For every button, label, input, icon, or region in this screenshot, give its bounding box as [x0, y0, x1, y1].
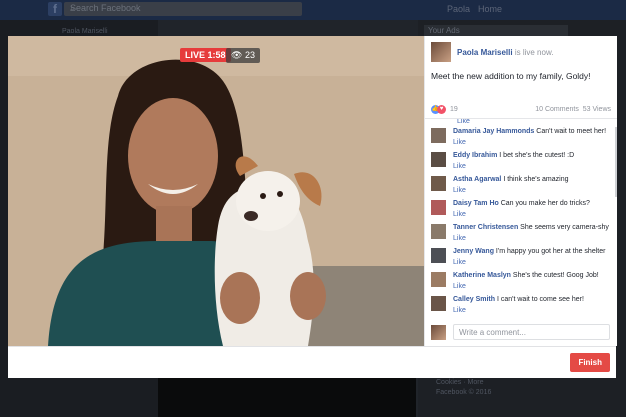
- commenter-avatar[interactable]: [431, 296, 446, 311]
- dark-feed-media: [158, 375, 416, 417]
- comment-like-link[interactable]: Like: [457, 119, 470, 125]
- comment-item: Eddy Ibrahim I bet she's the cutest! :D …: [431, 151, 615, 175]
- comment-text: Katherine Maslyn She's the cutest! Goog …: [453, 272, 599, 279]
- comment-like-link[interactable]: Like: [453, 211, 466, 218]
- post-text: Meet the new addition to my family, Gold…: [431, 71, 591, 81]
- comment-body: I can't wait to come see her!: [496, 296, 584, 303]
- live-video-player[interactable]: LIVE 1:58 👁 23: [8, 36, 424, 346]
- comment-item: Katherine Maslyn She's the cutest! Goog …: [431, 271, 615, 295]
- subnav-profile: Paola Mariselli: [62, 28, 108, 35]
- commenter-avatar[interactable]: [431, 152, 446, 167]
- reactions-summary[interactable]: 👍♥ 19: [431, 105, 458, 114]
- comment-item: Daisy Tam Ho Can you make her do tricks?…: [431, 199, 615, 223]
- comments-count[interactable]: 10 Comments: [535, 106, 579, 113]
- host-status: is live now.: [514, 48, 554, 57]
- facebook-top-bar: f Search Facebook ⌕ Paola Home: [0, 0, 626, 20]
- comment-body: I bet she's the cutest! :D: [499, 152, 575, 159]
- search-bar: Search Facebook ⌕: [64, 2, 302, 16]
- viewer-count: 23: [244, 50, 255, 60]
- comment-body: She seems very camera-shy: [520, 224, 609, 231]
- modal-footer: Finish: [8, 346, 616, 378]
- nav-home: Home: [478, 4, 503, 14]
- comments-scrollbar[interactable]: [615, 127, 617, 197]
- facebook-logo-icon: f: [48, 2, 62, 16]
- comment-text: Jenny Wang I'm happy you got her at the …: [453, 248, 605, 255]
- footer-copyright: Facebook © 2016: [436, 389, 492, 396]
- current-user-avatar: [431, 325, 446, 340]
- viewer-count-badge: 👁 23: [226, 48, 260, 63]
- comment-like-link[interactable]: Like: [453, 307, 466, 314]
- footer-links: Cookies · More: [436, 379, 484, 386]
- comment-body: Can't wait to meet her!: [536, 128, 607, 135]
- comment-like-link[interactable]: Like: [453, 139, 466, 146]
- commenter-name[interactable]: Eddy Ibrahim: [453, 152, 497, 159]
- comment-like-link[interactable]: Like: [453, 187, 466, 194]
- commenter-avatar[interactable]: [431, 200, 446, 215]
- commenter-avatar[interactable]: [431, 272, 446, 287]
- comment-text: Damaria Jay Hammonds Can't wait to meet …: [453, 128, 606, 135]
- commenter-avatar[interactable]: [431, 176, 446, 191]
- commenter-name[interactable]: Astha Agarwal: [453, 176, 501, 183]
- commenter-name[interactable]: Jenny Wang: [453, 248, 494, 255]
- comment-body: Can you make her do tricks?: [500, 200, 590, 207]
- search-icon: ⌕: [70, 3, 76, 13]
- comment-item: Calley Smith I can't wait to come see he…: [431, 295, 615, 317]
- host-name-link[interactable]: Paola Mariselli: [457, 48, 513, 57]
- finish-button[interactable]: Finish: [570, 353, 610, 372]
- comment-body: She's the cutest! Goog Job!: [512, 272, 599, 279]
- eye-icon: 👁: [231, 50, 243, 60]
- comments-list[interactable]: Like Damaria Jay Hammonds Can't wait to …: [425, 118, 617, 317]
- video-frame: [8, 36, 424, 346]
- comment-item: Tanner Christensen She seems very camera…: [431, 223, 615, 247]
- commenter-avatar[interactable]: [431, 224, 446, 239]
- comment-like-link[interactable]: Like: [453, 163, 466, 170]
- reaction-count: 19: [450, 106, 458, 113]
- comment-text: Calley Smith I can't wait to come see he…: [453, 296, 584, 303]
- commenter-avatar[interactable]: [431, 128, 446, 143]
- comment-text: Tanner Christensen She seems very camera…: [453, 224, 609, 231]
- comment-text: Eddy Ibrahim I bet she's the cutest! :D: [453, 152, 574, 159]
- comment-like-link[interactable]: Like: [453, 283, 466, 290]
- commenter-name[interactable]: Damaria Jay Hammonds: [453, 128, 534, 135]
- comment-text: Daisy Tam Ho Can you make her do tricks?: [453, 200, 590, 207]
- post-stats: 👍♥ 19 10 Comments 53 Views: [431, 105, 611, 117]
- comment-item: Damaria Jay Hammonds Can't wait to meet …: [431, 127, 615, 151]
- comment-body: I'm happy you got her at the shelter: [495, 248, 606, 255]
- nav-profile: Paola: [447, 4, 471, 14]
- live-side-panel: Paola Mariselli is live now. Meet the ne…: [424, 36, 617, 346]
- commenter-avatar[interactable]: [431, 248, 446, 263]
- comment-item: Jenny Wang I'm happy you got her at the …: [431, 247, 615, 271]
- love-reaction-icon: ♥: [437, 105, 446, 114]
- host-avatar[interactable]: [431, 42, 451, 62]
- live-timer-badge: LIVE 1:58: [180, 48, 231, 62]
- live-video-modal: LIVE 1:58 👁 23 Paola Mariselli is live n…: [8, 36, 617, 378]
- views-count: 53 Views: [582, 106, 611, 113]
- commenter-name[interactable]: Katherine Maslyn: [453, 272, 511, 279]
- engagement-counts: 10 Comments 53 Views: [535, 106, 611, 113]
- comment-item: Astha Agarwal I think she's amazing Like: [431, 175, 615, 199]
- comment-text: Astha Agarwal I think she's amazing: [453, 176, 568, 183]
- commenter-name[interactable]: Calley Smith: [453, 296, 495, 303]
- commenter-name[interactable]: Tanner Christensen: [453, 224, 518, 231]
- comment-like-link[interactable]: Like: [453, 259, 466, 266]
- host-line: Paola Mariselli is live now.: [457, 48, 554, 57]
- comment-like-link[interactable]: Like: [453, 235, 466, 242]
- comment-input[interactable]: Write a comment...: [453, 324, 610, 340]
- commenter-name[interactable]: Daisy Tam Ho: [453, 200, 499, 207]
- comment-body: I think she's amazing: [503, 176, 569, 183]
